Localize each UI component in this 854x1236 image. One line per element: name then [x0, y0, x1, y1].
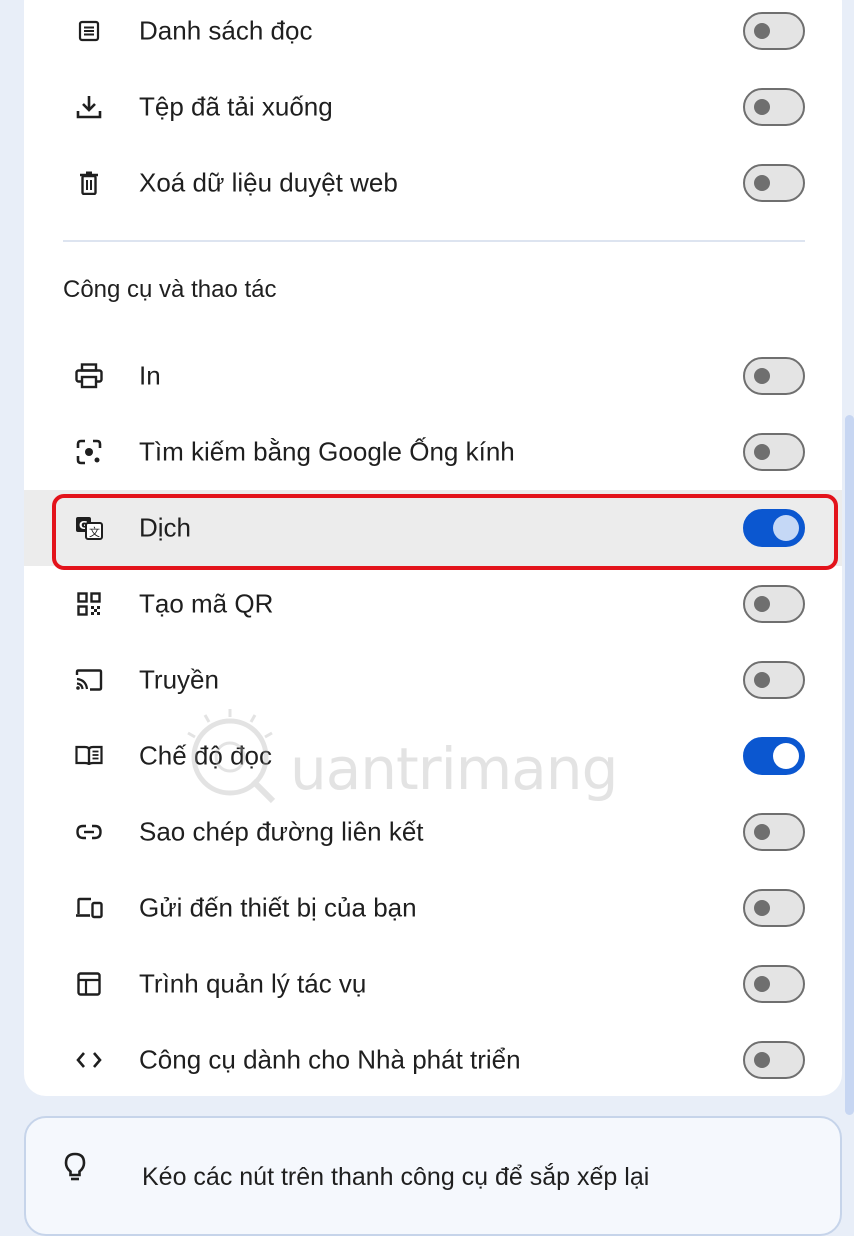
- row-send-to-devices[interactable]: Gửi đến thiết bị của bạn: [24, 870, 842, 946]
- row-developer-tools[interactable]: Công cụ dành cho Nhà phát triển: [24, 1022, 842, 1098]
- task-manager-toggle[interactable]: [743, 965, 805, 1003]
- scrollbar-thumb[interactable]: [845, 415, 854, 1115]
- row-label: Gửi đến thiết bị của bạn: [139, 892, 417, 923]
- row-label: Tìm kiếm bằng Google Ống kính: [139, 436, 515, 467]
- row-label: Tạo mã QR: [139, 588, 274, 619]
- row-label: Sao chép đường liên kết: [139, 816, 424, 847]
- printer-icon: [74, 361, 104, 391]
- row-reading-list[interactable]: Danh sách đọc: [24, 0, 842, 69]
- row-copy-link[interactable]: Sao chép đường liên kết: [24, 794, 842, 870]
- section-divider: [63, 240, 805, 242]
- qr-code-icon: [74, 589, 104, 619]
- devices-icon: [74, 893, 104, 923]
- toggle-knob: [754, 23, 770, 39]
- row-label: Tệp đã tải xuống: [139, 91, 333, 122]
- reading-list-toggle[interactable]: [743, 12, 805, 50]
- downloads-toggle[interactable]: [743, 88, 805, 126]
- row-label: In: [139, 360, 161, 391]
- watermark: uantrimang: [175, 705, 618, 805]
- reading-mode-icon: [74, 741, 104, 771]
- lightbulb-icon: [60, 1150, 90, 1184]
- reading-list-icon: [74, 16, 104, 46]
- download-icon: [74, 92, 104, 122]
- google-lens-toggle[interactable]: [743, 433, 805, 471]
- toggle-knob: [754, 976, 770, 992]
- row-qr-code[interactable]: Tạo mã QR: [24, 566, 842, 642]
- toggle-knob: [754, 900, 770, 916]
- toggle-knob: [754, 596, 770, 612]
- google-lens-icon: [74, 437, 104, 467]
- send-to-devices-toggle[interactable]: [743, 889, 805, 927]
- toggle-knob: [754, 672, 770, 688]
- cast-icon: [74, 665, 104, 695]
- row-label: Công cụ dành cho Nhà phát triển: [139, 1044, 521, 1075]
- developer-tools-toggle[interactable]: [743, 1041, 805, 1079]
- row-print[interactable]: In: [24, 338, 842, 414]
- clear-data-toggle[interactable]: [743, 164, 805, 202]
- row-label: Truyền: [139, 664, 219, 695]
- toggle-knob: [754, 824, 770, 840]
- link-icon: [74, 817, 104, 847]
- toggle-knob: [754, 99, 770, 115]
- row-label: Xoá dữ liệu duyệt web: [139, 167, 398, 198]
- row-downloads[interactable]: Tệp đã tải xuống: [24, 69, 842, 145]
- cast-toggle[interactable]: [743, 661, 805, 699]
- print-toggle[interactable]: [743, 357, 805, 395]
- watermark-text: uantrimang: [290, 735, 618, 803]
- trash-icon: [74, 168, 104, 198]
- qr-code-toggle[interactable]: [743, 585, 805, 623]
- reading-mode-toggle[interactable]: [743, 737, 805, 775]
- code-icon: [74, 1045, 104, 1075]
- row-task-manager[interactable]: Trình quản lý tác vụ: [24, 946, 842, 1022]
- toggle-knob: [754, 368, 770, 384]
- section-title: Công cụ và thao tác: [63, 276, 277, 303]
- toggle-knob: [773, 743, 799, 769]
- row-clear-browsing-data[interactable]: Xoá dữ liệu duyệt web: [24, 145, 842, 221]
- toggle-knob: [754, 444, 770, 460]
- row-label: Danh sách đọc: [139, 15, 313, 46]
- row-label: Trình quản lý tác vụ: [139, 968, 367, 999]
- copy-link-toggle[interactable]: [743, 813, 805, 851]
- highlight-box: [52, 494, 838, 570]
- toggle-knob: [754, 1052, 770, 1068]
- tip-text: Kéo các nút trên thanh công cụ để sắp xế…: [142, 1163, 650, 1191]
- task-manager-icon: [74, 969, 104, 999]
- toggle-knob: [754, 175, 770, 191]
- quantrimang-logo: [187, 709, 276, 804]
- row-google-lens[interactable]: Tìm kiếm bằng Google Ống kính: [24, 414, 842, 490]
